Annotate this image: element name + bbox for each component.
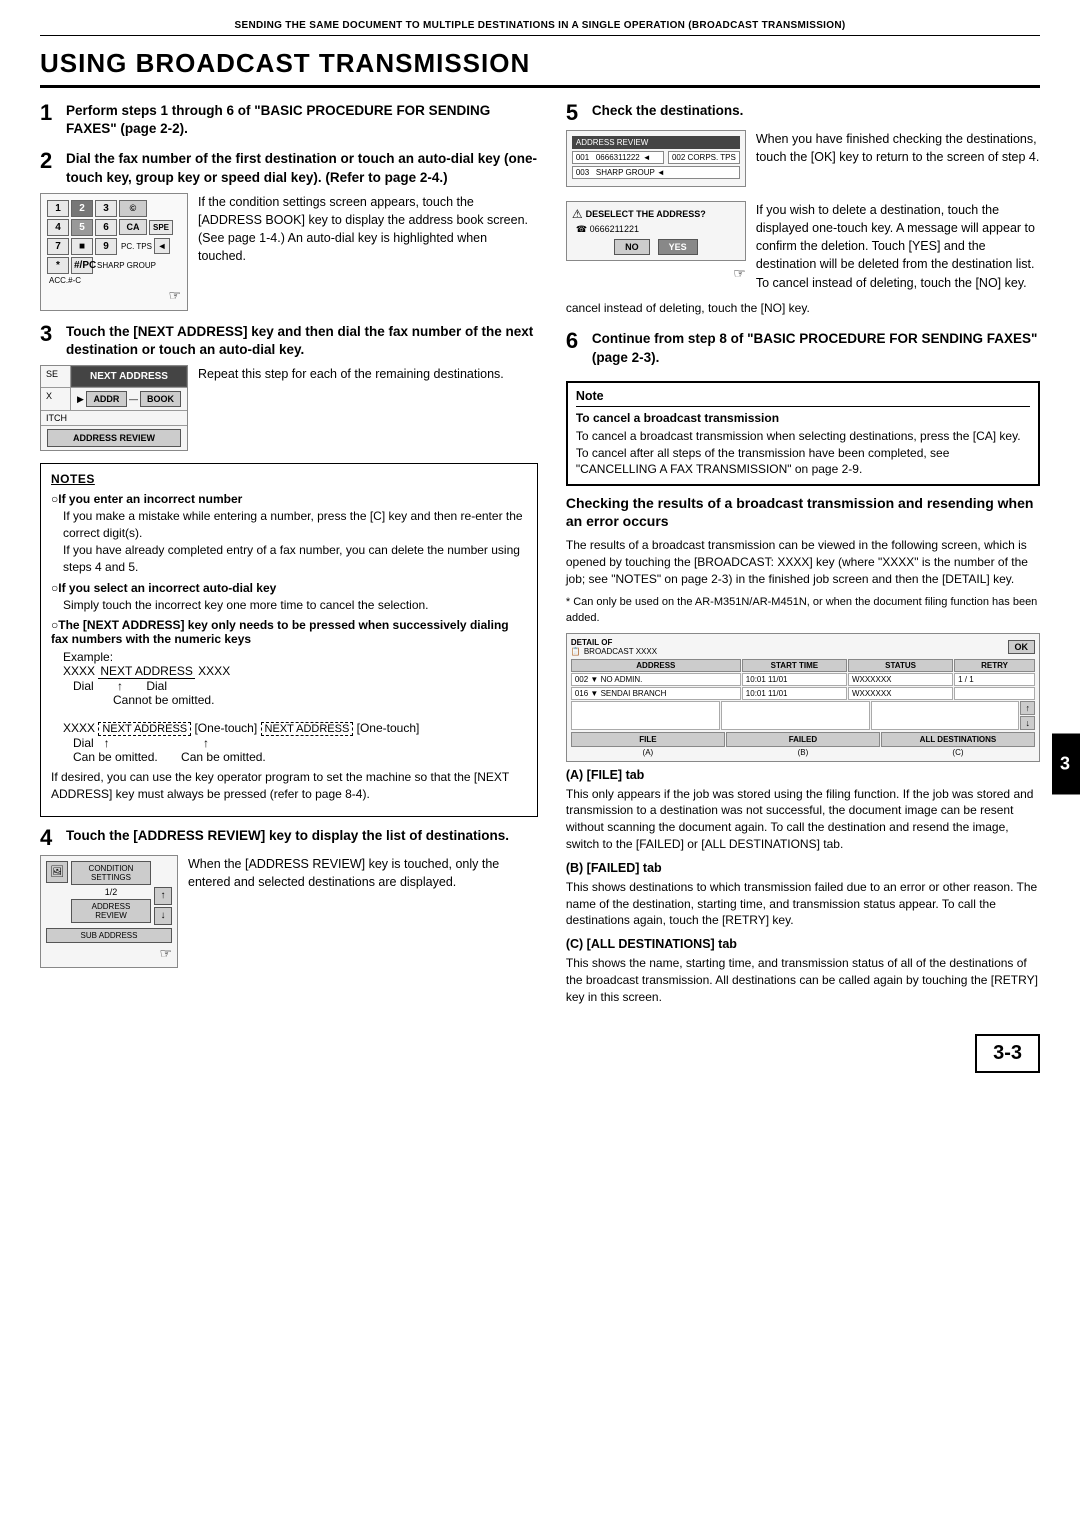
- step-1-text: Perform steps 1 through 6 of "BASIC PROC…: [66, 102, 538, 138]
- keypad-illustration: 1 2 3 © 4 5 6 CA SPE 7 ■: [40, 193, 188, 311]
- step-2-num: 2: [40, 150, 58, 186]
- all-destinations-tab-label: (C) [ALL DESTINATIONS] tab: [566, 937, 1040, 951]
- all-destinations-tab-body: This shows the name, starting time, and …: [566, 955, 1040, 1005]
- step-3-text: Touch the [NEXT ADDRESS] key and then di…: [66, 323, 538, 359]
- step-4-block: 4 Touch the [ADDRESS REVIEW] key to disp…: [40, 827, 538, 968]
- note-operator-program: If desired, you can use the key operator…: [51, 769, 527, 803]
- step-5-num: 5: [566, 102, 584, 124]
- failed-tab-label: (B) [FAILED] tab: [566, 861, 1040, 875]
- chapter-number: 3: [1060, 754, 1072, 774]
- next-address-panel: SE NEXT ADDRESS X ▶ ADDR — BOOK ITCH: [40, 365, 188, 451]
- ok-button[interactable]: OK: [1008, 640, 1036, 654]
- page-title: USING BROADCAST TRANSMISSION: [40, 48, 1040, 88]
- file-tab-body: This only appears if the job was stored …: [566, 786, 1040, 853]
- cancel-note: cancel instead of deleting, touch the [N…: [566, 300, 1040, 317]
- detail-screen: DETAIL OF 📋 BROADCAST XXXX OK ADDRESS ST…: [566, 633, 1040, 762]
- step-1-num: 1: [40, 102, 58, 138]
- left-column: 1 Perform steps 1 through 6 of "BASIC PR…: [40, 102, 538, 1014]
- destinations-screen: ADDRESS REVIEW 001 0666311222 ◄ 002 CORP…: [566, 130, 746, 187]
- step-2-block: 2 Dial the fax number of the first desti…: [40, 150, 538, 310]
- step-3-block: 3 Touch the [NEXT ADDRESS] key and then …: [40, 323, 538, 451]
- note-incorrect-autodial: ○If you select an incorrect auto-dial ke…: [51, 581, 527, 614]
- broadcast-check-section: Checking the results of a broadcast tran…: [566, 494, 1040, 1005]
- page-number: 3-3: [975, 1034, 1040, 1073]
- note-title: Note: [576, 389, 1030, 407]
- step-6-block: 6 Continue from step 8 of "BASIC PROCEDU…: [566, 330, 1040, 366]
- step-6-num: 6: [566, 330, 584, 366]
- step-6-text: Continue from step 8 of "BASIC PROCEDURE…: [592, 330, 1040, 366]
- no-button[interactable]: NO: [614, 239, 650, 255]
- step-4-text: Touch the [ADDRESS REVIEW] key to displa…: [66, 827, 509, 849]
- note-cancel-body: To cancel a broadcast transmission when …: [576, 428, 1030, 478]
- step-3-num: 3: [40, 323, 58, 359]
- right-column: 5 Check the destinations. ADDRESS REVIEW…: [566, 102, 1040, 1014]
- broadcast-check-body: The results of a broadcast transmission …: [566, 537, 1040, 589]
- page-header: SENDING THE SAME DOCUMENT TO MULTIPLE DE…: [40, 20, 1040, 36]
- note-incorrect-number: ○If you enter an incorrect number If you…: [51, 492, 527, 575]
- step-5-text: Check the destinations.: [592, 102, 744, 124]
- note-cancel-subtitle: To cancel a broadcast transmission: [576, 411, 1030, 425]
- chapter-tab: 3: [1052, 734, 1080, 795]
- notes-box: NOTES ○If you enter an incorrect number …: [40, 463, 538, 817]
- header-text: SENDING THE SAME DOCUMENT TO MULTIPLE DE…: [235, 20, 846, 31]
- notes-title: NOTES: [51, 472, 527, 486]
- file-tab-label: (A) [FILE] tab: [566, 768, 1040, 782]
- broadcast-check-note: * Can only be used on the AR-M351N/AR-M4…: [566, 595, 1040, 627]
- step-5-block: 5 Check the destinations. ADDRESS REVIEW…: [566, 102, 1040, 316]
- yes-button[interactable]: YES: [658, 239, 698, 255]
- step-4-body: When the [ADDRESS REVIEW] key is touched…: [188, 855, 538, 968]
- step-2-body: If the condition settings screen appears…: [198, 193, 538, 311]
- failed-tab-body: This shows destinations to which transmi…: [566, 879, 1040, 929]
- step-1-block: 1 Perform steps 1 through 6 of "BASIC PR…: [40, 102, 538, 138]
- step-3-body: Repeat this step for each of the remaini…: [198, 365, 538, 451]
- page-number-container: 3-3: [40, 1034, 1040, 1073]
- step-2-text: Dial the fax number of the first destina…: [66, 150, 538, 186]
- addr-review-panel: 🖼 CONDITIONSETTINGS 1/2 ADDRESS REVIEW ↑…: [40, 855, 178, 968]
- note-next-address-key: ○The [NEXT ADDRESS] key only needs to be…: [51, 618, 527, 764]
- broadcast-check-title: Checking the results of a broadcast tran…: [566, 494, 1040, 530]
- note-cancel-box: Note To cancel a broadcast transmission …: [566, 381, 1040, 486]
- step-5-body2: If you wish to delete a destination, tou…: [756, 201, 1040, 292]
- step-5-body: When you have finished checking the dest…: [756, 130, 1040, 193]
- delete-confirm-screen: ⚠ DESELECT THE ADDRESS? ☎ 0666211221 NO …: [566, 201, 746, 292]
- step-4-num: 4: [40, 827, 58, 849]
